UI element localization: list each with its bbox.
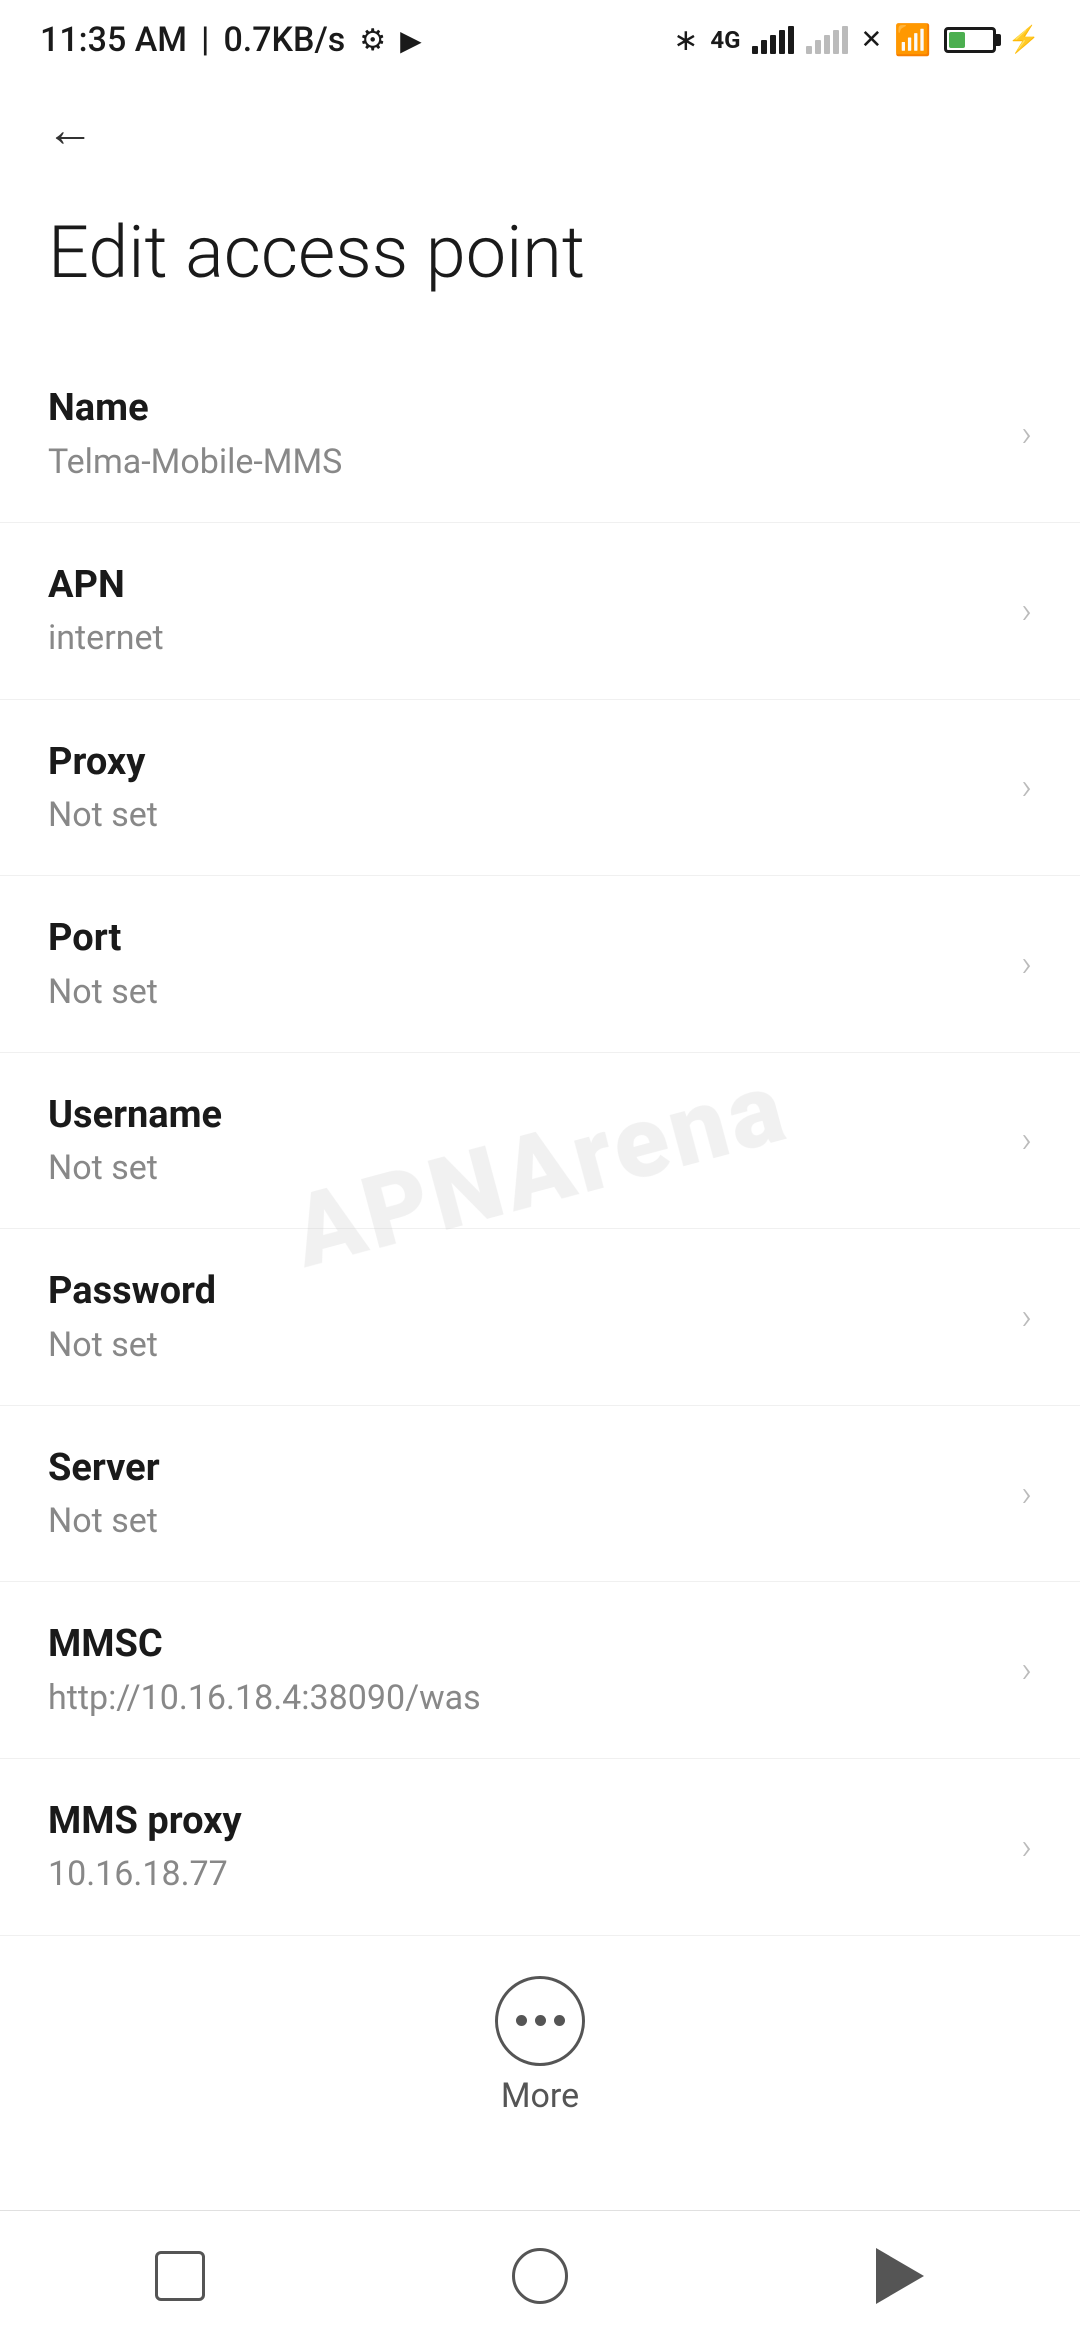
battery-fill xyxy=(949,32,965,48)
settings-item-password[interactable]: Password Not set › xyxy=(0,1229,1080,1406)
settings-item-mmsc-content: MMSC http://10.16.18.4:38090/was xyxy=(48,1620,1001,1720)
settings-item-mms-proxy[interactable]: MMS proxy 10.16.18.77 › xyxy=(0,1759,1080,1936)
dot-3 xyxy=(554,2015,565,2026)
nav-circle-icon xyxy=(512,2248,568,2304)
speed-separator: | xyxy=(201,20,209,60)
settings-item-proxy-label: Proxy xyxy=(48,738,1001,787)
settings-item-mmsc-value: http://10.16.18.4:38090/was xyxy=(48,1676,1001,1720)
navigation-bar xyxy=(0,2210,1080,2340)
chevron-right-icon-apn: › xyxy=(1021,590,1032,632)
signal-bars-2 xyxy=(806,26,848,54)
settings-item-name-content: Name Telma-Mobile-MMS xyxy=(48,384,1001,484)
bluetooth-icon: ∗ xyxy=(673,23,698,58)
more-button-container: More xyxy=(0,1936,1080,2156)
chevron-right-icon-username: › xyxy=(1021,1119,1032,1161)
page-title: Edit access point xyxy=(48,210,1032,296)
chevron-right-icon-name: › xyxy=(1021,413,1032,455)
nav-recents-button[interactable] xyxy=(120,2236,240,2316)
nav-triangle-icon xyxy=(876,2248,924,2304)
chevron-right-icon-mms-proxy: › xyxy=(1021,1826,1032,1868)
settings-item-mmsc-label: MMSC xyxy=(48,1620,1001,1669)
settings-item-port-label: Port xyxy=(48,914,1001,963)
settings-item-server-value: Not set xyxy=(48,1499,1001,1543)
chevron-right-icon-port: › xyxy=(1021,943,1032,985)
time-text: 11:35 AM xyxy=(40,20,187,60)
settings-item-mms-proxy-value: 10.16.18.77 xyxy=(48,1852,1001,1896)
settings-item-proxy[interactable]: Proxy Not set › xyxy=(0,700,1080,877)
back-button[interactable]: ← xyxy=(40,100,100,160)
settings-item-username[interactable]: Username Not set › xyxy=(0,1053,1080,1230)
status-bar: 11:35 AM | 0.7KB/s ⚙ ▶ ∗ 4G ✕ 📶 ⚡ xyxy=(0,0,1080,80)
settings-item-apn[interactable]: APN internet › xyxy=(0,523,1080,700)
settings-item-name[interactable]: Name Telma-Mobile-MMS › xyxy=(0,346,1080,523)
toolbar: ← xyxy=(0,80,1080,180)
settings-item-name-value: Telma-Mobile-MMS xyxy=(48,440,1001,484)
dot-1 xyxy=(516,2015,527,2026)
nav-square-icon xyxy=(155,2251,205,2301)
status-bar-right: ∗ 4G ✕ 📶 ⚡ xyxy=(673,23,1040,58)
more-label: More xyxy=(501,2076,579,2116)
more-button[interactable] xyxy=(495,1976,585,2066)
settings-item-mms-proxy-content: MMS proxy 10.16.18.77 xyxy=(48,1797,1001,1897)
charging-icon: ⚡ xyxy=(1008,25,1040,55)
no-signal-icon: ✕ xyxy=(860,25,882,55)
chevron-right-icon-proxy: › xyxy=(1021,766,1032,808)
nav-home-button[interactable] xyxy=(480,2236,600,2316)
chevron-right-icon-password: › xyxy=(1021,1296,1032,1338)
signal-bars-1 xyxy=(752,26,794,54)
settings-item-apn-label: APN xyxy=(48,561,1001,610)
settings-item-server[interactable]: Server Not set › xyxy=(0,1406,1080,1583)
settings-item-username-value: Not set xyxy=(48,1146,1001,1190)
signal-4g-icon: 4G xyxy=(710,26,740,54)
settings-item-port-content: Port Not set xyxy=(48,914,1001,1014)
settings-item-password-label: Password xyxy=(48,1267,1001,1316)
settings-item-username-label: Username xyxy=(48,1091,1001,1140)
settings-item-username-content: Username Not set xyxy=(48,1091,1001,1191)
battery-icon xyxy=(944,27,996,53)
settings-item-server-content: Server Not set xyxy=(48,1444,1001,1544)
settings-item-apn-value: internet xyxy=(48,616,1001,660)
chevron-right-icon-mmsc: › xyxy=(1021,1649,1032,1691)
nav-back-button[interactable] xyxy=(840,2236,960,2316)
settings-item-password-content: Password Not set xyxy=(48,1267,1001,1367)
settings-item-proxy-value: Not set xyxy=(48,793,1001,837)
settings-item-proxy-content: Proxy Not set xyxy=(48,738,1001,838)
settings-list: Name Telma-Mobile-MMS › APN internet › P… xyxy=(0,346,1080,1935)
page-title-container: Edit access point xyxy=(0,180,1080,346)
wifi-icon: 📶 xyxy=(894,23,931,58)
settings-item-name-label: Name xyxy=(48,384,1001,433)
settings-item-server-label: Server xyxy=(48,1444,1001,1493)
settings-item-port-value: Not set xyxy=(48,970,1001,1014)
chevron-right-icon-server: › xyxy=(1021,1473,1032,1515)
battery-container xyxy=(944,27,996,53)
speed-text: 0.7KB/s xyxy=(223,20,345,60)
settings-item-mms-proxy-label: MMS proxy xyxy=(48,1797,1001,1846)
back-arrow-icon: ← xyxy=(46,106,94,154)
settings-item-apn-content: APN internet xyxy=(48,561,1001,661)
more-dots xyxy=(516,2015,565,2026)
settings-item-password-value: Not set xyxy=(48,1323,1001,1367)
dot-2 xyxy=(535,2015,546,2026)
settings-icon: ⚙ xyxy=(359,23,386,58)
settings-item-mmsc[interactable]: MMSC http://10.16.18.4:38090/was › xyxy=(0,1582,1080,1759)
status-bar-left: 11:35 AM | 0.7KB/s ⚙ ▶ xyxy=(40,20,422,60)
settings-item-port[interactable]: Port Not set › xyxy=(0,876,1080,1053)
video-icon: ▶ xyxy=(400,24,422,57)
